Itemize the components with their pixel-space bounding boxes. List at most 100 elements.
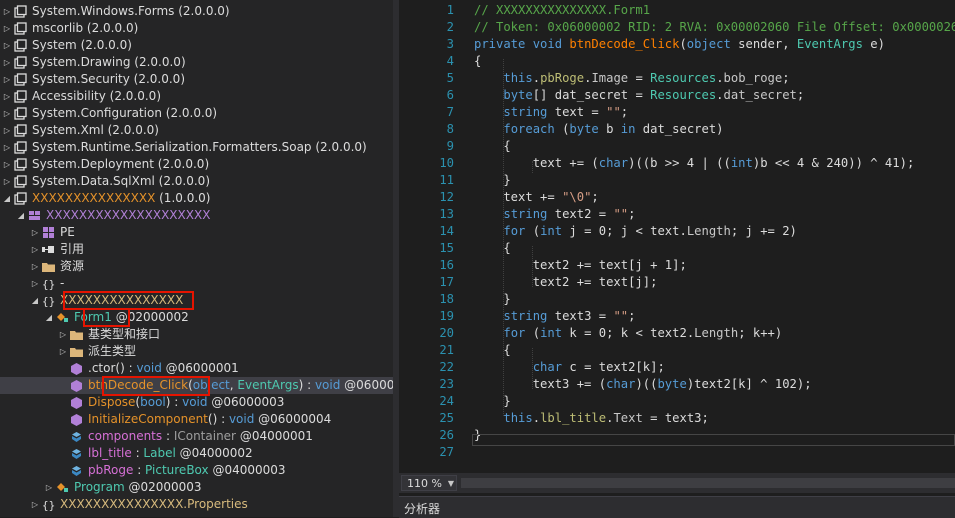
tree-item[interactable]: .ctor() : void @06000001 bbox=[0, 360, 393, 377]
tree-item[interactable]: ▷ System.Deployment (2.0.0.0) bbox=[0, 156, 393, 173]
tree-item[interactable]: ▷ System (2.0.0.0) bbox=[0, 37, 393, 54]
tree-item[interactable]: ▷ Accessibility (2.0.0.0) bbox=[0, 88, 393, 105]
code-text: text += (char)((b >> 4 | ((int)b << 4 & … bbox=[474, 156, 915, 170]
expand-arrow-icon[interactable]: ▷ bbox=[58, 326, 68, 343]
code-line[interactable]: 4{ bbox=[399, 53, 955, 70]
highlight-annotation-box bbox=[83, 308, 130, 327]
tree-item[interactable]: pbRoge : PictureBox @04000003 bbox=[0, 462, 393, 479]
expand-arrow-icon[interactable]: ▷ bbox=[2, 37, 12, 54]
assembly-icon bbox=[14, 107, 27, 120]
tree-item[interactable]: ▷ System.Runtime.Serialization.Formatters… bbox=[0, 139, 393, 156]
code-line[interactable]: 21 { bbox=[399, 342, 955, 359]
expand-arrow-icon[interactable]: ▷ bbox=[2, 122, 12, 139]
zoom-value: 110 % bbox=[407, 477, 442, 490]
tree-item-label: System.Runtime.Serialization.Formatters.… bbox=[32, 140, 367, 154]
code-line[interactable]: 18 } bbox=[399, 291, 955, 308]
tree-item[interactable]: ▷{} XXXXXXXXXXXXXXX.Properties bbox=[0, 496, 393, 513]
tree-item[interactable]: ▷ System.Windows.Forms (2.0.0.0) bbox=[0, 3, 393, 20]
code-text: char c = text2[k]; bbox=[532, 360, 665, 374]
tree-item[interactable]: ▷ 基类型和接口 bbox=[0, 326, 393, 343]
tree-item[interactable]: ◢ Form1 @02000002 bbox=[0, 309, 393, 326]
expand-arrow-icon[interactable]: ▷ bbox=[2, 105, 12, 122]
code-line[interactable]: 1 // XXXXXXXXXXXXXXX.Form1 bbox=[399, 2, 955, 19]
expand-arrow-icon[interactable]: ▷ bbox=[2, 139, 12, 156]
tree-item[interactable]: ◢{} XXXXXXXXXXXXXXX bbox=[0, 292, 393, 309]
code-line[interactable]: 11 } bbox=[399, 172, 955, 189]
tree-item[interactable]: lbl_title : Label @04000002 bbox=[0, 445, 393, 462]
horizontal-scrollbar[interactable] bbox=[461, 478, 955, 488]
expand-arrow-icon[interactable]: ▷ bbox=[2, 20, 12, 37]
tree-item[interactable]: ▷ System.Data.SqlXml (2.0.0.0) bbox=[0, 173, 393, 190]
expand-arrow-icon[interactable]: ▷ bbox=[2, 71, 12, 88]
code-line[interactable]: 6 byte[] dat_secret = Resources.dat_secr… bbox=[399, 87, 955, 104]
expand-arrow-icon[interactable]: ▷ bbox=[2, 173, 12, 190]
code-text: text += "\0"; bbox=[474, 190, 599, 204]
tree-item[interactable]: ▷ System.Security (2.0.0.0) bbox=[0, 71, 393, 88]
code-line[interactable]: 14 for (int j = 0; j < text.Length; j +=… bbox=[399, 223, 955, 240]
expand-arrow-icon[interactable]: ▷ bbox=[2, 54, 12, 71]
tree-item[interactable]: ▷ mscorlib (2.0.0.0) bbox=[0, 20, 393, 37]
tree-item-label: System.Drawing (2.0.0.0) bbox=[32, 55, 186, 69]
code-line[interactable]: 12 text += "\0"; bbox=[399, 189, 955, 206]
line-number: 27 bbox=[439, 445, 454, 459]
expand-arrow-icon[interactable]: ▷ bbox=[44, 479, 54, 496]
code-line[interactable]: 22 char c = text2[k]; bbox=[399, 359, 955, 376]
tree-item-label: System.Windows.Forms (2.0.0.0) bbox=[32, 4, 230, 18]
expand-arrow-icon[interactable]: ▷ bbox=[30, 496, 40, 513]
tree-item[interactable]: ▷{} - bbox=[0, 275, 393, 292]
line-number: 1 bbox=[446, 3, 454, 17]
expand-arrow-icon[interactable]: ▷ bbox=[30, 258, 40, 275]
expand-arrow-icon[interactable]: ▷ bbox=[58, 343, 68, 360]
expand-arrow-icon[interactable]: ▷ bbox=[30, 224, 40, 241]
tree-item[interactable]: ▷ System.Configuration (2.0.0.0) bbox=[0, 105, 393, 122]
code-editor[interactable]: 1 // XXXXXXXXXXXXXXX.Form1 2 // Token: 0x06… bbox=[399, 0, 955, 472]
code-line[interactable]: 19 string text3 = ""; bbox=[399, 308, 955, 325]
code-line[interactable]: 16 text2 += text[j + 1]; bbox=[399, 257, 955, 274]
code-text: { bbox=[474, 139, 511, 153]
code-line[interactable]: 25 this.lbl_title.Text = text3; bbox=[399, 410, 955, 427]
code-line[interactable]: 13 string text2 = ""; bbox=[399, 206, 955, 223]
assembly-icon bbox=[14, 158, 27, 171]
code-line[interactable]: 27 bbox=[399, 444, 955, 461]
code-line[interactable]: 5 this.pbRoge.Image = Resources.bob_roge… bbox=[399, 70, 955, 87]
collapse-arrow-icon[interactable]: ◢ bbox=[2, 190, 12, 207]
tree-item[interactable]: ▷ 派生类型 bbox=[0, 343, 393, 360]
tree-item[interactable]: ◢ XXXXXXXXXXXXXXX (1.0.0.0) bbox=[0, 190, 393, 207]
line-number: 8 bbox=[446, 122, 454, 136]
tree-item[interactable]: Dispose(bool) : void @06000003 bbox=[0, 394, 393, 411]
expand-arrow-icon[interactable]: ▷ bbox=[2, 88, 12, 105]
line-number: 12 bbox=[439, 190, 454, 204]
tree-item[interactable]: ▷ System.Xml (2.0.0.0) bbox=[0, 122, 393, 139]
code-line[interactable]: 3 private void btnDecode_Click(object sen… bbox=[399, 36, 955, 53]
tree-item[interactable]: ▷ PE bbox=[0, 224, 393, 241]
analyzer-tab[interactable]: 分析器 bbox=[399, 496, 955, 518]
collapse-arrow-icon[interactable]: ◢ bbox=[44, 309, 54, 326]
code-line[interactable]: 23 text3 += (char)((byte)text2[k] ^ 102)… bbox=[399, 376, 955, 393]
tree-item[interactable]: ▷ Program @02000003 bbox=[0, 479, 393, 496]
line-number: 6 bbox=[446, 88, 454, 102]
svg-text:{}: {} bbox=[42, 278, 55, 290]
expand-arrow-icon[interactable]: ▷ bbox=[2, 3, 12, 20]
code-line[interactable]: 10 text += (char)((b >> 4 | ((int)b << 4… bbox=[399, 155, 955, 172]
tree-item[interactable]: ▷ 引用 bbox=[0, 241, 393, 258]
code-line[interactable]: 2 // Token: 0x06000002 RID: 2 RVA: 0x0000… bbox=[399, 19, 955, 36]
code-line[interactable]: 9 { bbox=[399, 138, 955, 155]
zoom-dropdown[interactable]: 110 % ▼ bbox=[401, 475, 457, 491]
expand-arrow-icon[interactable]: ▷ bbox=[30, 275, 40, 292]
code-line[interactable]: 8 foreach (byte b in dat_secret) bbox=[399, 121, 955, 138]
tree-item[interactable]: ▷ System.Drawing (2.0.0.0) bbox=[0, 54, 393, 71]
tree-item[interactable]: components : IContainer @04000001 bbox=[0, 428, 393, 445]
tree-item[interactable]: ▷ 资源 bbox=[0, 258, 393, 275]
code-line[interactable]: 7 string text = ""; bbox=[399, 104, 955, 121]
code-line[interactable]: 20 for (int k = 0; k < text2.Length; k++… bbox=[399, 325, 955, 342]
tree-item[interactable]: ◢ XXXXXXXXXXXXXXXXXXXX bbox=[0, 207, 393, 224]
tree-item[interactable]: InitializeComponent() : void @06000004 bbox=[0, 411, 393, 428]
expand-arrow-icon[interactable]: ▷ bbox=[2, 156, 12, 173]
code-line[interactable]: 24 } bbox=[399, 393, 955, 410]
assembly-icon bbox=[14, 175, 27, 188]
collapse-arrow-icon[interactable]: ◢ bbox=[30, 292, 40, 309]
code-line[interactable]: 15 { bbox=[399, 240, 955, 257]
code-line[interactable]: 17 text2 += text[j]; bbox=[399, 274, 955, 291]
collapse-arrow-icon[interactable]: ◢ bbox=[16, 207, 26, 224]
expand-arrow-icon[interactable]: ▷ bbox=[30, 241, 40, 258]
